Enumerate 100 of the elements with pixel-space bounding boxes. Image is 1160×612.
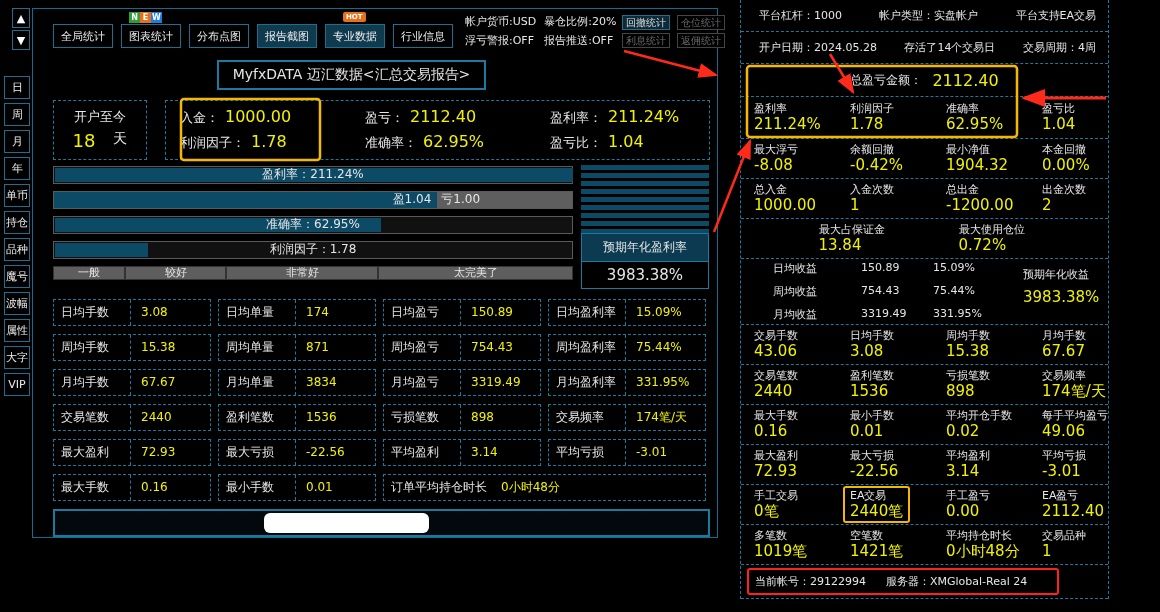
stat-label: 日均单量	[219, 299, 296, 325]
metric-value: 1000.00	[754, 196, 818, 214]
toolbar-button[interactable]: 行业信息	[393, 24, 453, 49]
toolbar-button[interactable]: 图表统计	[121, 24, 181, 49]
stat-value: 15.09%	[635, 305, 682, 320]
metric-label: 入金次数	[850, 183, 895, 196]
stat-value: 2440	[140, 410, 172, 425]
metric-value: 15.38	[946, 342, 990, 360]
metric-value: 1421笔	[850, 542, 905, 560]
stat-value: -22.56	[305, 445, 345, 460]
metric-value: 1019笔	[754, 542, 809, 560]
side-tab[interactable]: 持仓	[4, 211, 30, 234]
stat-label: 月均手数	[54, 369, 131, 395]
toolbar-button[interactable]: 全局统计	[53, 24, 113, 49]
stat-value: 0.01	[305, 480, 333, 495]
report-title: MyfxDATA 迈汇数据<汇总交易报告>	[216, 59, 487, 90]
account-info-text: 存活了14个交易日	[904, 40, 996, 55]
metric-value: 2	[1042, 196, 1053, 214]
side-tab[interactable]: 波幅	[4, 292, 30, 315]
metric-value: 0.00%	[1042, 156, 1091, 174]
metric-value: 67.67	[1042, 342, 1086, 360]
stat-value: 72.93	[140, 445, 176, 460]
summary-label: 盈亏比：	[550, 134, 602, 153]
metric-label: 最大亏损	[850, 449, 895, 462]
stat-label: 周均手数	[54, 334, 131, 360]
stat-label: 最大手数	[54, 474, 131, 500]
stat-value: 898	[470, 410, 494, 425]
scroll-arrow-button[interactable]: ▼	[12, 30, 30, 50]
side-tab[interactable]: 单币	[4, 184, 30, 207]
stat-label: 订单平均持仓时长	[390, 478, 488, 496]
stat-label: 亏损笔数	[384, 404, 461, 430]
metric-value: 43.06	[754, 342, 798, 360]
metric-label: 本金回撤	[1042, 143, 1087, 156]
metric-label: 最小净值	[946, 143, 991, 156]
metric-value: 0笔	[754, 502, 780, 520]
stat-value: 3.14	[470, 445, 498, 460]
account-setting-text: 报告推送:OFF	[544, 33, 615, 49]
metric-label: 月均手数	[1042, 329, 1087, 342]
account-setting-text: 帐户货币:USD	[465, 14, 537, 30]
metric-label: 盈利率	[754, 102, 788, 115]
metric-value: 2440	[754, 382, 794, 400]
toolbar-button[interactable]: 专业数据	[325, 24, 385, 49]
metric-label: 盈亏比	[1042, 102, 1076, 115]
metric-value: 0.00	[946, 502, 981, 520]
metric-label: 交易频率	[1042, 369, 1087, 382]
statistics-button[interactable]: 回撤统计	[622, 14, 671, 30]
side-tab[interactable]: 魔号	[4, 265, 30, 288]
metric-label: 出金次数	[1042, 183, 1087, 196]
stat-value: 0.16	[140, 480, 168, 495]
side-tab[interactable]: 属性	[4, 319, 30, 342]
side-tab[interactable]: 年	[4, 157, 30, 180]
metric-label: 每手平均盈亏	[1042, 409, 1108, 422]
stat-label: 交易频率	[549, 404, 626, 430]
metric-value: 1.78	[850, 115, 885, 133]
summary-value: 211.24%	[608, 107, 680, 127]
stat-label: 月均盈利率	[549, 369, 626, 395]
stat-label: 周均盈亏	[384, 334, 461, 360]
metric-value: -1200.00	[946, 196, 1015, 214]
new-badge-letter: N	[129, 12, 140, 24]
stat-value: 1536	[305, 410, 337, 425]
stat-label: 日均盈利率	[549, 299, 626, 325]
account-info-text: 帐户类型：实盘帐户	[879, 8, 979, 23]
rating-scale-cell: 非常好	[226, 265, 378, 280]
progress-bar-label: 盈利率：211.24%	[262, 166, 364, 184]
stat-label: 平均亏损	[549, 439, 626, 465]
side-tab[interactable]: 周	[4, 103, 30, 126]
metric-label: 平均亏损	[1042, 449, 1087, 462]
income-cell-text: 月均收益	[773, 307, 818, 322]
metric-label: 余额回撤	[850, 143, 895, 156]
annual-return-value: 3983.38%	[581, 261, 709, 289]
stat-label: 最大亏损	[219, 439, 296, 465]
metric-label: 空笔数	[850, 529, 884, 542]
summary-value: 62.95%	[423, 132, 484, 152]
progress-bar-label: 利润因子：1.78	[269, 241, 357, 259]
metric-label: 最大手数	[754, 409, 799, 422]
stat-value: 3834	[305, 375, 337, 390]
income-cell-text: 日均收益	[773, 261, 818, 276]
side-tab[interactable]: 日	[4, 76, 30, 99]
annual-return-label: 预期年化盈利率	[581, 232, 709, 262]
summary-label: 盈亏：	[365, 109, 404, 128]
side-tab[interactable]: 月	[4, 130, 30, 153]
metric-value: 1536	[850, 382, 890, 400]
side-tab[interactable]: 大字	[4, 346, 30, 369]
side-tab[interactable]: VIP	[4, 373, 30, 396]
toolbar-button[interactable]: 报告截图	[257, 24, 317, 49]
metric-label: 多笔数	[754, 529, 788, 542]
income-cell-text: 15.09%	[933, 261, 976, 276]
side-tab[interactable]: 品种	[4, 238, 30, 261]
scroll-arrow-button[interactable]: ▲	[12, 8, 30, 28]
loss-ratio-label: 亏1.00	[441, 192, 481, 207]
income-cell-text: 3319.49	[861, 307, 908, 322]
metric-value: 211.24%	[754, 115, 822, 133]
account-age-value: 18	[72, 130, 96, 152]
rating-scale-cell: 一般	[53, 265, 125, 280]
metric-value: -22.56	[850, 462, 900, 480]
stat-value: 871	[305, 340, 329, 355]
stat-label: 周均盈利率	[549, 334, 626, 360]
summary-value: 1000.00	[225, 107, 292, 127]
metric-value: 3.14	[946, 462, 981, 480]
toolbar-button[interactable]: 分布点图	[189, 24, 249, 49]
